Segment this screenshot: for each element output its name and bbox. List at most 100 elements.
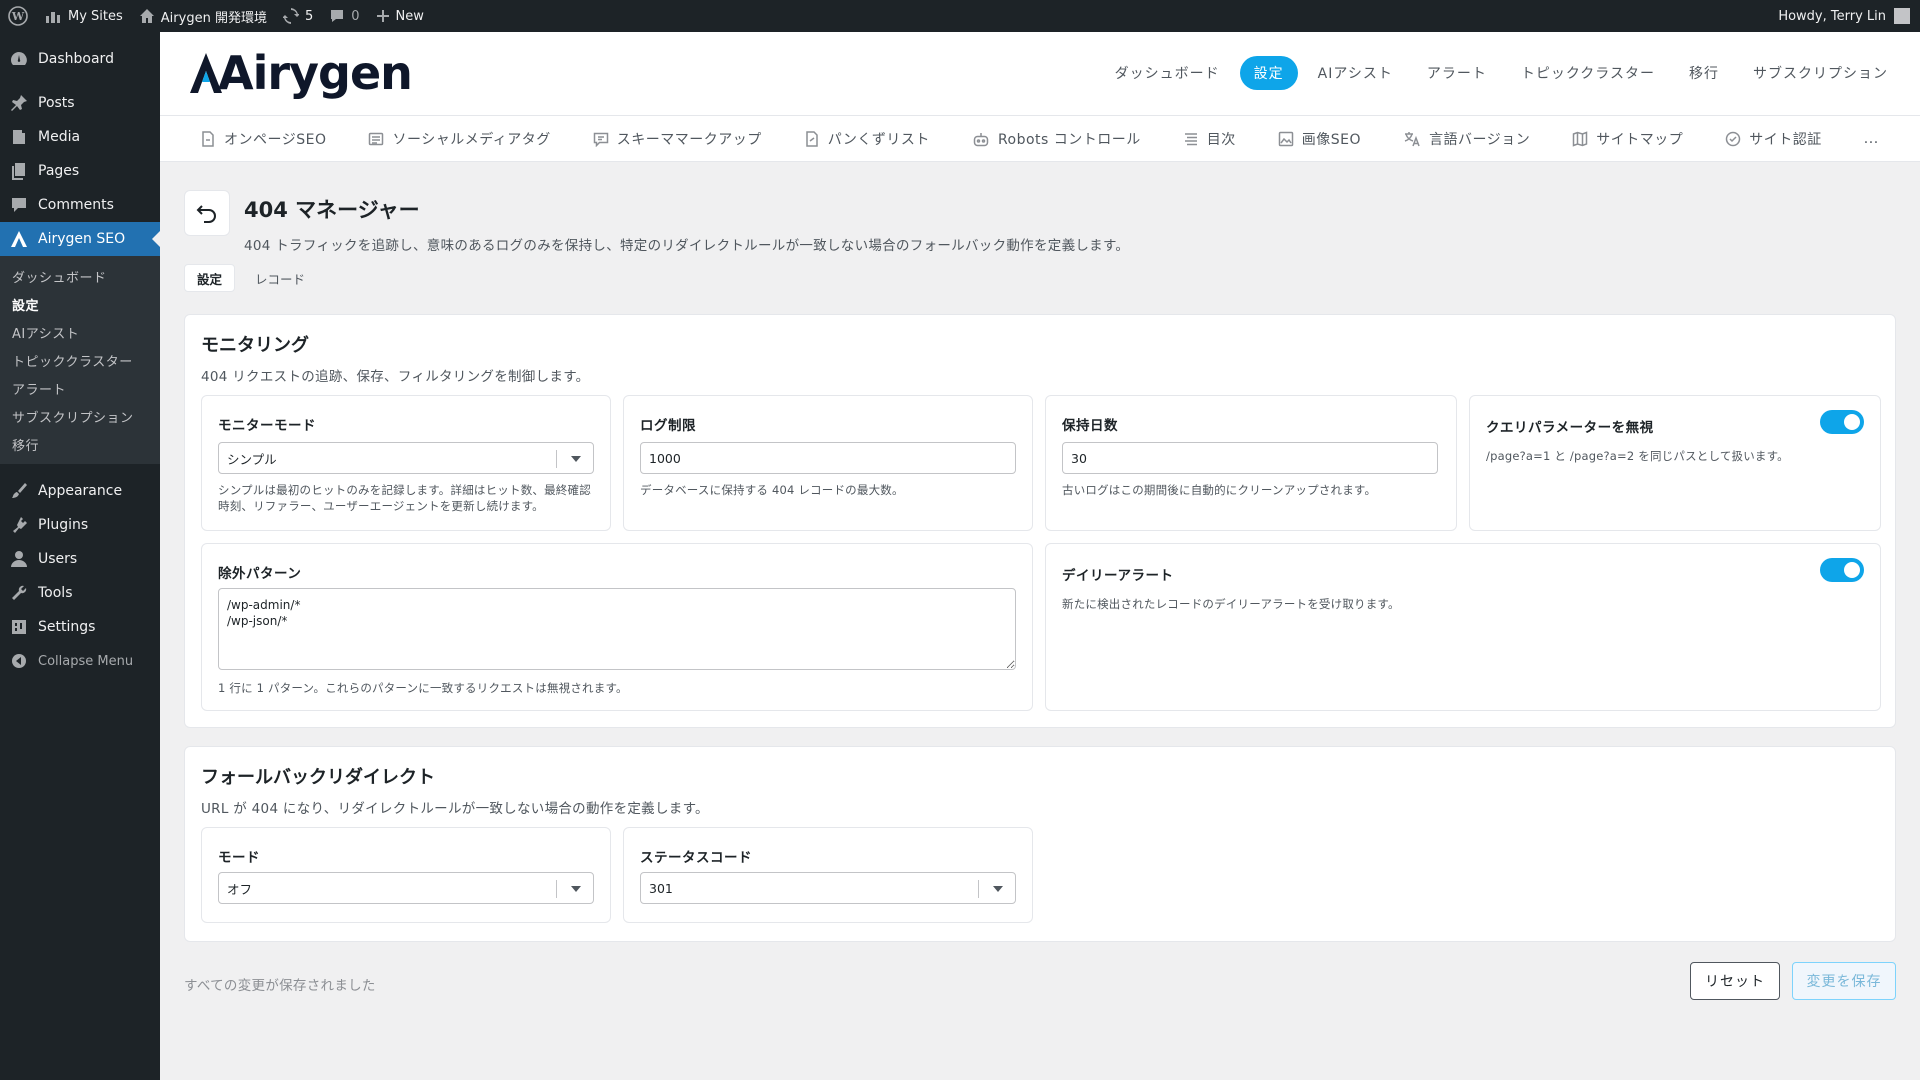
wordpress-logo-icon[interactable]: W [0, 0, 36, 32]
subtab-breadcrumbs[interactable]: パンくずリスト [804, 129, 930, 149]
subtab-toc[interactable]: 目次 [1183, 129, 1236, 149]
chevron-down-icon [993, 886, 1003, 897]
wrench-icon [10, 584, 28, 602]
nav-subscription[interactable]: サブスクリプション [1739, 56, 1902, 90]
sidebar-item-airygen-seo[interactable]: Airygen SEO [0, 222, 160, 256]
collapse-menu-button[interactable]: Collapse Menu [0, 644, 160, 678]
nav-dashboard[interactable]: ダッシュボード [1101, 56, 1234, 90]
tab-settings[interactable]: 設定 [184, 264, 236, 292]
subtab-robots-control[interactable]: Robots コントロール [972, 129, 1141, 149]
subtab-label: 言語バージョン [1429, 131, 1531, 148]
log-limit-card: ログ制限 1000 データベースに保持する 404 レコードの最大数。 [623, 395, 1033, 531]
site-name-link[interactable]: Airygen 開発環境 [131, 0, 275, 32]
airygen-logo[interactable]: Airygen [188, 46, 413, 100]
subtab-social-media-tags[interactable]: ソーシャルメディアタグ [368, 129, 550, 149]
sidebar-item-appearance[interactable]: Appearance [0, 474, 160, 508]
submenu-item-alerts[interactable]: アラート [0, 374, 160, 402]
save-changes-button[interactable]: 変更を保存 [1792, 962, 1896, 1000]
my-account[interactable]: Howdy, Terry Lin [1778, 8, 1920, 24]
status-code-card: ステータスコード 301 [623, 827, 1033, 923]
nav-migration[interactable]: 移行 [1675, 56, 1733, 90]
fallback-description: URL が 404 になり、リダイレクトルールが一致しない場合の動作を定義します… [201, 801, 709, 817]
log-limit-input[interactable]: 1000 [640, 442, 1016, 474]
monitor-mode-label: モニターモード [218, 418, 316, 434]
comments-count: 0 [351, 8, 360, 24]
subtab-more[interactable]: ... [1864, 131, 1879, 147]
subtab-label: スキーママークアップ [616, 131, 762, 148]
my-sites-link[interactable]: My Sites [36, 0, 131, 32]
logo-text: Airygen [218, 46, 413, 100]
check-circle-icon [1726, 131, 1741, 146]
back-button[interactable] [184, 190, 230, 236]
settings-icon [10, 618, 28, 636]
subtab-onpage-seo[interactable]: オンページSEO [200, 129, 326, 149]
select-separator [556, 450, 557, 468]
sidebar-item-users[interactable]: Users [0, 542, 160, 576]
nav-alerts[interactable]: アラート [1413, 56, 1501, 90]
submenu-item-subscription[interactable]: サブスクリプション [0, 402, 160, 430]
monitor-mode-card: モニターモード シンプル シンプルは最初のヒットのみを記録します。詳細はヒット数… [201, 395, 611, 531]
daily-alert-help: 新たに検出されたレコードのデイリーアラートを受け取ります。 [1062, 597, 1400, 611]
subtab-schema-markup[interactable]: スキーママークアップ [593, 129, 762, 149]
subtab-image-seo[interactable]: 画像SEO [1278, 129, 1361, 149]
settings-subtabs: オンページSEO ソーシャルメディアタグ スキーママークアップ パンくずリスト … [160, 116, 1920, 162]
media-icon [10, 128, 28, 146]
plugin-header: Airygen ダッシュボード 設定 AIアシスト アラート トピッククラスター… [160, 32, 1920, 116]
subtab-label: 目次 [1206, 131, 1236, 148]
status-code-select[interactable]: 301 [640, 872, 1016, 904]
subtab-label: サイト認証 [1749, 131, 1822, 148]
admin-sidebar: Dashboard Posts Media Pages Comments Air… [0, 32, 160, 1080]
submenu-item-migration[interactable]: 移行 [0, 430, 160, 458]
updates-link[interactable]: 5 [275, 0, 321, 32]
nav-ai-assist[interactable]: AIアシスト [1304, 56, 1407, 90]
submenu-item-topic-cluster[interactable]: トピッククラスター [0, 346, 160, 374]
nav-topic-cluster[interactable]: トピッククラスター [1507, 56, 1669, 90]
submenu-item-dashboard[interactable]: ダッシュボード [0, 262, 160, 290]
admin-bar: W My Sites Airygen 開発環境 5 0 New Howdy, T… [0, 0, 1920, 32]
status-code-value: 301 [649, 880, 673, 896]
fallback-mode-select[interactable]: オフ [218, 872, 594, 904]
sidebar-item-pages[interactable]: Pages [0, 154, 160, 188]
exclude-patterns-label: 除外パターン [218, 566, 302, 582]
new-label: New [395, 8, 424, 24]
map-icon [1573, 130, 1588, 147]
updates-icon [282, 8, 299, 24]
comments-link[interactable]: 0 [321, 0, 367, 32]
fallback-mode-card: モード オフ [201, 827, 611, 923]
log-limit-label: ログ制限 [640, 418, 696, 434]
sidebar-item-dashboard[interactable]: Dashboard [0, 42, 160, 76]
sidebar-item-comments[interactable]: Comments [0, 188, 160, 222]
monitor-mode-value: シンプル [227, 451, 277, 467]
subtab-label: サイトマップ [1596, 131, 1684, 148]
pin-icon [10, 94, 28, 112]
subtab-site-verification[interactable]: サイト認証 [1725, 129, 1822, 149]
daily-alert-toggle[interactable] [1820, 558, 1864, 582]
submenu-item-settings[interactable]: 設定 [0, 290, 160, 318]
my-sites-label: My Sites [68, 8, 123, 24]
file-link-icon [805, 130, 818, 147]
sidebar-item-label: Posts [38, 95, 75, 111]
sidebar-item-tools[interactable]: Tools [0, 576, 160, 610]
subtab-sitemap[interactable]: サイトマップ [1572, 129, 1683, 149]
submenu-item-ai-assist[interactable]: AIアシスト [0, 318, 160, 346]
sidebar-item-media[interactable]: Media [0, 120, 160, 154]
monitor-mode-select[interactable]: シンプル [218, 442, 594, 474]
ignore-query-help: /page?a=1 と /page?a=2 を同じパスとして扱います。 [1486, 449, 1789, 463]
daily-alert-card: デイリーアラート 新たに検出されたレコードのデイリーアラートを受け取ります。 [1045, 543, 1881, 711]
new-content-link[interactable]: New [368, 0, 432, 32]
sidebar-item-plugins[interactable]: Plugins [0, 508, 160, 542]
sidebar-item-settings[interactable]: Settings [0, 610, 160, 644]
log-limit-value: 1000 [649, 450, 681, 466]
retention-days-input[interactable]: 30 [1062, 442, 1438, 474]
exclude-patterns-textarea[interactable] [218, 588, 1016, 670]
sidebar-item-label: Media [38, 129, 81, 145]
brush-icon [10, 482, 28, 500]
reset-button[interactable]: リセット [1690, 962, 1780, 1000]
inner-tabs: 設定 レコード [184, 264, 317, 292]
nav-settings[interactable]: 設定 [1239, 56, 1298, 90]
ignore-query-toggle[interactable] [1820, 410, 1864, 434]
sidebar-item-posts[interactable]: Posts [0, 86, 160, 120]
subtab-language-versions[interactable]: 言語バージョン [1403, 129, 1530, 149]
monitoring-panel: モニタリング 404 リクエストの追跡、保存、フィルタリングを制御します。 モニ… [184, 314, 1896, 728]
tab-records[interactable]: レコード [243, 264, 317, 292]
